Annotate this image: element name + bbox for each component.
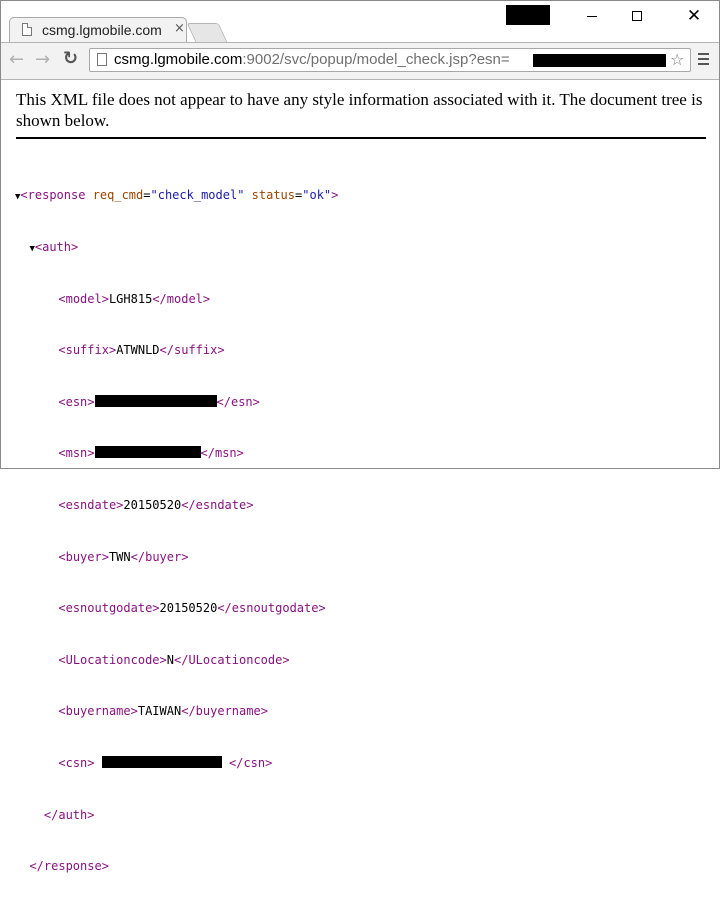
tab-active[interactable]: csmg.lgmobile.com × — [9, 17, 187, 43]
redacted-value — [94, 394, 217, 407]
xml-line-buyer: <buyer>TWN</buyer> — [58, 549, 189, 564]
hamburger-menu-icon[interactable] — [698, 53, 709, 68]
xml-line-esn: <esn> </esn> — [58, 394, 260, 409]
reload-icon[interactable]: ↻ — [63, 48, 78, 69]
xml-tree: ▼<response req_cmd="check_model" status=… — [15, 153, 338, 910]
arrow-right-icon[interactable]: → — [35, 49, 50, 70]
xml-line-esnoutgodate: <esnoutgodate>20150520</esnoutgodate> — [58, 601, 326, 616]
tab-close-icon[interactable]: × — [174, 21, 185, 36]
minimize-button[interactable] — [579, 5, 605, 27]
xml-line-esndate: <esndate>20150520</esndate> — [58, 497, 254, 512]
minimize-icon — [587, 16, 597, 17]
new-tab-button[interactable] — [186, 23, 228, 42]
redacted-area — [506, 5, 550, 25]
url-host: csmg.lgmobile.com — [114, 51, 243, 68]
xml-line-response-close: </response> — [29, 859, 109, 874]
redacted-value — [94, 446, 201, 459]
maximize-button[interactable] — [625, 5, 651, 27]
xml-line-ulocationcode: <ULocationcode>N</ULocationcode> — [58, 652, 290, 667]
url-path: :9002/svc/popup/model_check.jsp?esn= — [242, 51, 510, 68]
page-icon — [97, 53, 107, 66]
tab-title: csmg.lgmobile.com — [42, 22, 162, 38]
title-bar: csmg.lgmobile.com × ✕ — [1, 1, 719, 43]
xml-line-msn: <msn> </msn> — [58, 446, 244, 461]
browser-toolbar: ← → ↻ csmg.lgmobile.com:9002/svc/popup/m… — [1, 42, 719, 80]
xml-line-response-open: ▼<response req_cmd="check_model" status=… — [15, 188, 339, 203]
address-bar[interactable]: csmg.lgmobile.com:9002/svc/popup/model_c… — [89, 48, 691, 72]
xml-line-model: <model>LGH815</model> — [58, 291, 211, 306]
xml-line-auth-close: </auth> — [43, 807, 95, 822]
star-icon[interactable]: ☆ — [670, 50, 684, 69]
redacted-url-part — [533, 54, 666, 67]
xml-info-message: This XML file does not appear to have an… — [16, 89, 706, 139]
xml-line-buyername: <buyername>TAIWAN</buyername> — [58, 704, 268, 719]
page-content: This XML file does not appear to have an… — [1, 79, 719, 873]
close-window-button[interactable]: ✕ — [681, 5, 707, 27]
xml-line-suffix: <suffix>ATWNLD</suffix> — [58, 343, 225, 358]
xml-line-auth-open: ▼<auth> — [29, 240, 79, 254]
arrow-left-icon[interactable]: ← — [9, 49, 24, 70]
url-text[interactable]: csmg.lgmobile.com:9002/svc/popup/model_c… — [114, 51, 510, 68]
page-icon — [22, 23, 32, 36]
xml-line-csn: <csn> </csn> — [58, 755, 273, 770]
maximize-icon — [632, 11, 642, 21]
browser-window: csmg.lgmobile.com × ✕ ← → ↻ csmg.lgmobil… — [0, 0, 720, 873]
redacted-value — [101, 755, 222, 768]
